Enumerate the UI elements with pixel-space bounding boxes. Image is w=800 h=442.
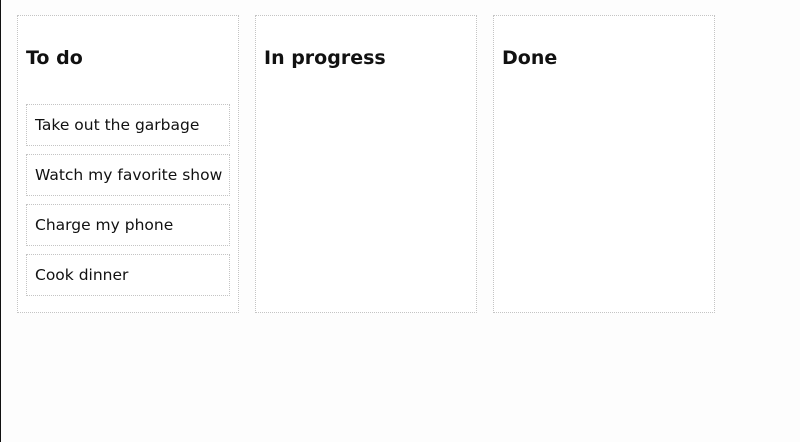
column-in-progress[interactable]: In progress	[255, 15, 477, 313]
card-watch-favorite-show[interactable]: Watch my favorite show	[26, 154, 230, 196]
column-done[interactable]: Done	[493, 15, 715, 313]
card-list-todo: Take out the garbage Watch my favorite s…	[26, 71, 230, 296]
column-todo[interactable]: To do Take out the garbage Watch my favo…	[17, 15, 239, 313]
window-edge	[0, 0, 1, 442]
kanban-board: To do Take out the garbage Watch my favo…	[17, 15, 715, 313]
card-take-out-garbage[interactable]: Take out the garbage	[26, 104, 230, 146]
card-charge-phone[interactable]: Charge my phone	[26, 204, 230, 246]
column-title-in-progress: In progress	[264, 47, 386, 69]
column-title-done: Done	[502, 47, 558, 69]
card-list-in-progress	[264, 71, 468, 104]
card-list-done	[502, 71, 706, 104]
column-title-todo: To do	[26, 47, 83, 69]
card-cook-dinner[interactable]: Cook dinner	[26, 254, 230, 296]
